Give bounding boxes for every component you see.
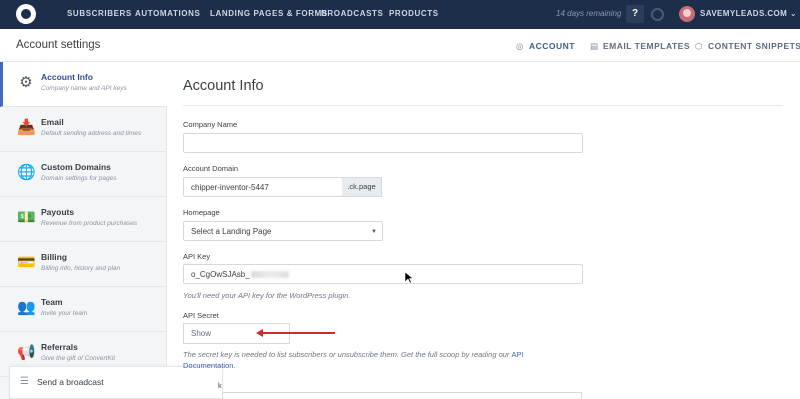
- api-key-value: o_CgOwSJAsb_: [191, 270, 250, 279]
- loading-ring-icon: [651, 8, 664, 21]
- sidebar-item-label: Account Info: [41, 72, 93, 82]
- sidebar-item-team[interactable]: 👥 Team Invite your team: [0, 287, 167, 332]
- nav-landing-pages-forms[interactable]: LANDING PAGES & FORMS: [210, 9, 328, 18]
- sidebar-item-label: Team: [41, 297, 63, 307]
- sidebar-item-billing[interactable]: 💳 Billing Billing info, history and plan: [0, 242, 167, 287]
- tab-account-label: ACCOUNT: [529, 41, 575, 51]
- account-domain-input[interactable]: chipper-inventor-5447: [183, 177, 343, 197]
- company-name-label: Company Name: [183, 120, 238, 129]
- annotation-arrow-icon: [256, 329, 263, 337]
- api-secret-help: The secret key is needed to list subscri…: [183, 350, 524, 359]
- sidebar-item-payouts[interactable]: 💵 Payouts Revenue from product purchases: [0, 197, 167, 242]
- tab-email-templates-label: EMAIL TEMPLATES: [603, 41, 690, 51]
- help-button[interactable]: ?: [626, 5, 644, 23]
- section-title: Account Info: [183, 78, 264, 94]
- settings-header: Account settings ◎ ACCOUNT ▤ EMAIL TEMPLAT…: [0, 29, 800, 62]
- divider: [183, 105, 783, 106]
- show-secret-button[interactable]: Show: [183, 323, 290, 344]
- api-docs-link-2[interactable]: Documentation.: [183, 361, 236, 370]
- tab-email-templates[interactable]: ▤ EMAIL TEMPLATES: [590, 41, 690, 52]
- company-name-input[interactable]: [183, 133, 583, 153]
- truncated-field-label: k: [218, 381, 222, 390]
- convertkit-logo-icon[interactable]: [16, 4, 36, 24]
- globe-icon: 🌐: [17, 164, 36, 181]
- api-secret-label: API Secret: [183, 311, 219, 320]
- domain-suffix: .ck.page: [342, 177, 382, 197]
- sidebar-item-label: Referrals: [41, 342, 78, 352]
- avatar[interactable]: [679, 6, 695, 22]
- api-secret-help-text: The secret key is needed to list subscri…: [183, 350, 510, 359]
- list-icon: ☰: [20, 376, 29, 387]
- top-nav: SUBSCRIBERS AUTOMATIONS LANDING PAGES & …: [0, 0, 800, 29]
- tab-account[interactable]: ◎ ACCOUNT: [516, 41, 575, 52]
- account-menu[interactable]: SAVEMYLEADS.COM ⌄: [700, 9, 797, 18]
- sidebar-item-label: Billing: [41, 252, 67, 262]
- cube-icon: ⬡: [695, 41, 703, 51]
- money-icon: 💵: [17, 209, 36, 226]
- account-domain-label: Account Domain: [183, 164, 239, 173]
- trial-remaining-text: 14 days remaining: [556, 9, 622, 18]
- sidebar-item-label: Email: [41, 117, 64, 127]
- inbox-icon: 📥: [17, 119, 36, 136]
- user-circle-icon: ◎: [516, 41, 524, 51]
- homepage-select[interactable]: Select a Landing Page: [183, 221, 383, 241]
- api-docs-link[interactable]: API: [512, 350, 524, 359]
- sidebar-item-desc: Domain settings for pages: [41, 175, 117, 182]
- api-docs-link-continued[interactable]: Documentation.: [183, 361, 236, 370]
- sidebar-item-desc: Default sending address and times: [41, 130, 142, 137]
- mouse-cursor-icon: [405, 272, 413, 284]
- api-key-input[interactable]: o_CgOwSJAsb_: [183, 264, 583, 284]
- send-broadcast-button[interactable]: ☰ Send a broadcast: [9, 366, 223, 399]
- tab-content-snippets-label: CONTENT SNIPPETS: [708, 41, 800, 51]
- nav-products[interactable]: PRODUCTS: [389, 9, 439, 18]
- chevron-down-icon: ▼: [371, 229, 377, 235]
- nav-automations[interactable]: AUTOMATIONS: [135, 9, 200, 18]
- settings-sidebar: ⚙ Account Info Company name and API keys…: [0, 62, 167, 399]
- credit-card-icon: 💳: [17, 254, 36, 271]
- nav-subscribers[interactable]: SUBSCRIBERS: [67, 9, 132, 18]
- annotation-arrow-line: [261, 332, 335, 334]
- sidebar-item-label: Payouts: [41, 207, 75, 217]
- sidebar-item-label: Custom Domains: [41, 162, 111, 172]
- nav-broadcasts[interactable]: BROADCASTS: [321, 9, 383, 18]
- sidebar-item-desc: Revenue from product purchases: [41, 220, 138, 227]
- people-icon: 👥: [17, 299, 36, 316]
- sidebar-item-custom-domains[interactable]: 🌐 Custom Domains Domain settings for pag…: [0, 152, 167, 197]
- page-title: Account settings: [16, 39, 101, 51]
- api-key-help: You'll need your API key for the WordPre…: [183, 291, 351, 300]
- truncated-input[interactable]: [222, 392, 582, 399]
- sidebar-item-desc: Give the gift of ConvertKit: [41, 355, 116, 362]
- megaphone-icon: 📢: [17, 344, 36, 361]
- api-key-label: API Key: [183, 252, 211, 261]
- gear-icon: ⚙: [19, 74, 33, 91]
- sidebar-item-desc: Company name and API keys: [41, 85, 127, 92]
- homepage-label: Homepage: [183, 208, 220, 217]
- sidebar-item-email[interactable]: 📥 Email Default sending address and time…: [0, 107, 167, 152]
- sidebar-item-desc: Billing info, history and plan: [41, 265, 121, 272]
- sidebar-item-account-info[interactable]: ⚙ Account Info Company name and API keys: [0, 62, 167, 107]
- sidebar-item-desc: Invite your team: [41, 310, 88, 317]
- redacted-text: [250, 271, 289, 279]
- document-icon: ▤: [590, 41, 599, 51]
- tab-content-snippets[interactable]: ⬡ CONTENT SNIPPETS: [695, 41, 800, 52]
- send-broadcast-label: Send a broadcast: [37, 377, 104, 387]
